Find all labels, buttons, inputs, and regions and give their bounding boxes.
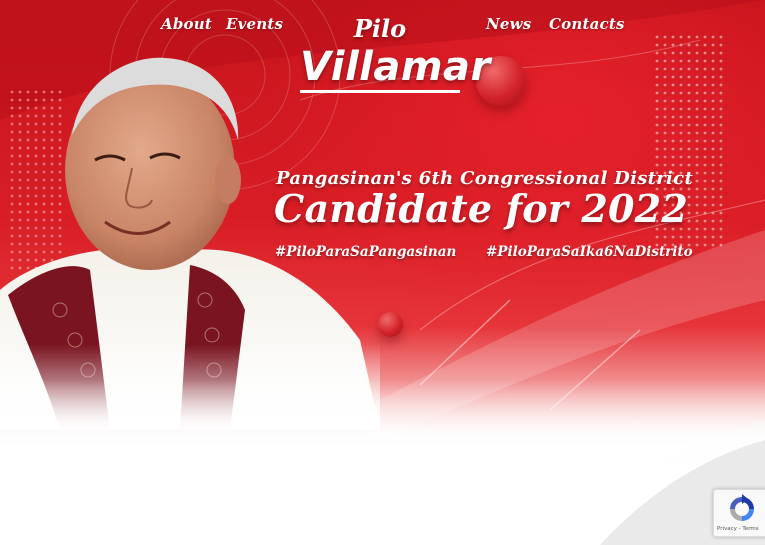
hero-banner: About Events News Contacts Pilo Villamar… bbox=[0, 0, 765, 545]
logo-first-name: Pilo bbox=[353, 14, 407, 43]
recaptcha-links[interactable]: Privacy - Terms bbox=[717, 526, 759, 532]
hashtag-pangasinan: #PiloParaSaPangasinan bbox=[275, 244, 457, 260]
recaptcha-badge[interactable]: Privacy - Terms bbox=[713, 489, 765, 537]
decorative-ball-small bbox=[378, 312, 403, 337]
nav-about-link[interactable]: About bbox=[161, 15, 212, 33]
nav-contacts-link[interactable]: Contacts bbox=[549, 15, 625, 33]
candidate-portrait bbox=[0, 40, 380, 430]
nav-events-link[interactable]: Events bbox=[226, 15, 283, 33]
site-logo[interactable]: Pilo Villamar bbox=[296, 14, 490, 93]
logo-last-name: Villamar bbox=[300, 44, 490, 93]
nav-news-link[interactable]: News bbox=[486, 15, 531, 33]
hero-headline: Candidate for 2022 bbox=[274, 186, 688, 231]
hashtag-ika6: #PiloParaSaIka6NaDistrito bbox=[486, 244, 693, 260]
bottom-fade bbox=[0, 380, 765, 545]
recaptcha-icon bbox=[730, 494, 754, 521]
